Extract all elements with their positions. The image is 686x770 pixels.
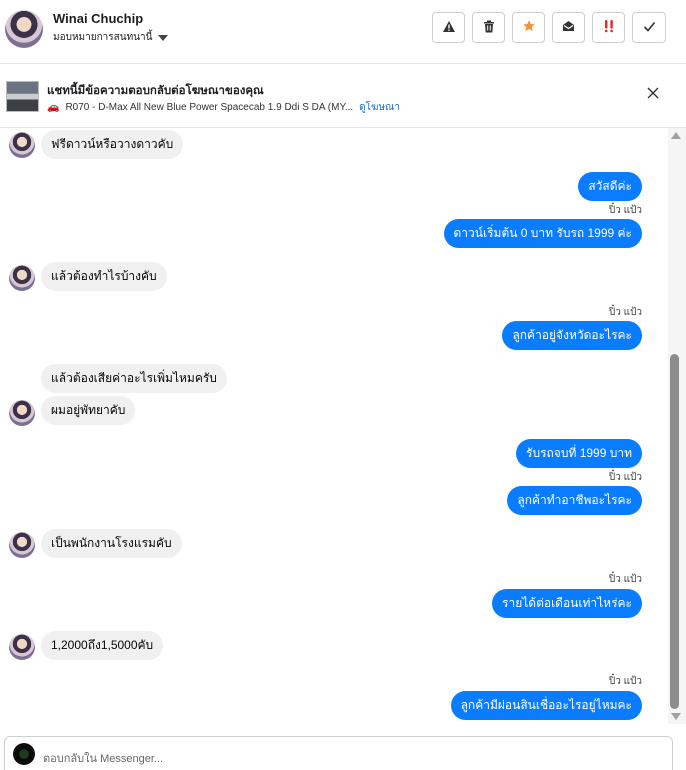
priority-icon [603,19,615,36]
warning-icon [442,20,456,36]
ad-product-name: R070 - D-Max All New Blue Power Spacecab… [65,102,354,113]
outgoing-message[interactable]: สวัสดีค่ะ [578,172,642,201]
contact-avatar-small [9,132,35,158]
outgoing-message[interactable]: ดาวน์เริ่มต้น 0 บาท รับรถ 1999 ค่ะ [443,219,642,248]
envelope-open-icon [562,20,575,35]
contact-avatar-small [9,532,35,558]
contact-avatar-small [9,400,35,426]
page-avatar [13,743,35,765]
outgoing-message[interactable]: ลูกค้าทำอาชีพอะไรคะ [507,486,642,515]
priority-button[interactable] [592,12,625,43]
sender-name: ปิ๋ว แป้ว [608,574,642,585]
incoming-message[interactable]: ฟรีดาวน์หรือวางดาวคับ [41,130,184,159]
warning-button[interactable] [432,12,465,43]
incoming-message[interactable]: 1,2000ถึง1,5000คับ [41,631,164,660]
close-banner-button[interactable] [645,87,661,103]
conversation-header: Winai Chuchip มอบหมายการสนทนานี้ [0,0,686,64]
assign-conversation-dropdown[interactable]: มอบหมายการสนทนานี้ [53,30,169,45]
outgoing-message[interactable]: รายได้ต่อเดือนเท่าไหร่คะ [492,589,642,618]
ad-banner-title: แชทนี้มีข้อความตอบกลับต่อโฆษณาของคุณ [47,85,264,97]
delete-button[interactable] [472,12,505,43]
reply-input[interactable]: ตอบกลับใน Messenger... [43,749,163,767]
car-icon: 🚗 [47,102,60,113]
outgoing-message[interactable]: ลูกค้ามีผ่อนสินเชื่ออะไรอยู่ไหมคะ [450,691,642,720]
assign-label: มอบหมายการสนทนานี้ [53,32,153,43]
ad-thumbnail[interactable] [6,81,39,112]
incoming-message[interactable]: แล้วต้องเสียค่าอะไรเพิ่มไหมครับ [41,364,227,393]
sender-name: ปิ๋ว แป้ว [608,205,642,216]
sender-name: ปิ๋ว แป้ว [608,307,642,318]
ad-reply-banner: แชทนี้มีข้อความตอบกลับต่อโฆษณาของคุณ 🚗 R… [0,65,686,128]
message-thread[interactable]: ฟรีดาวน์หรือวางดาวคับ สวัสดีค่ะ ปิ๋ว แป้… [0,128,668,730]
scroll-up-arrow-icon[interactable] [671,132,681,139]
scrollbar-thumb[interactable] [670,354,679,709]
close-icon [647,87,659,99]
incoming-message[interactable]: ผมอยู่พัทยาคับ [41,396,136,425]
contact-name[interactable]: Winai Chuchip [53,11,143,26]
incoming-message[interactable]: เป็นพนักงานโรงแรมคับ [41,529,182,558]
mark-done-button[interactable] [632,12,666,43]
sender-name: ปิ๋ว แป้ว [608,676,642,687]
star-button[interactable] [512,12,545,43]
star-icon [522,19,536,36]
contact-avatar-small [9,634,35,660]
check-icon [643,20,656,35]
ad-product-line: 🚗 R070 - D-Max All New Blue Power Spacec… [47,100,400,115]
view-ad-link[interactable]: ดูโฆษณา [359,100,400,115]
outgoing-message[interactable]: ลูกค้าอยู่จังหวัดอะไรคะ [502,321,642,350]
mark-read-button[interactable] [552,12,585,43]
incoming-message[interactable]: แล้วต้องทำไรบ้างคับ [41,262,167,291]
sender-name: ปิ๋ว แป้ว [608,472,642,483]
contact-avatar[interactable] [5,10,43,48]
scroll-down-arrow-icon[interactable] [671,713,681,720]
reply-composer[interactable]: ตอบกลับใน Messenger... [4,736,673,770]
outgoing-message[interactable]: รับรถจบที่ 1999 บาท [516,439,642,468]
header-actions [432,12,666,43]
contact-avatar-small [9,265,35,291]
trash-icon [483,20,495,36]
caret-down-icon [158,35,169,41]
